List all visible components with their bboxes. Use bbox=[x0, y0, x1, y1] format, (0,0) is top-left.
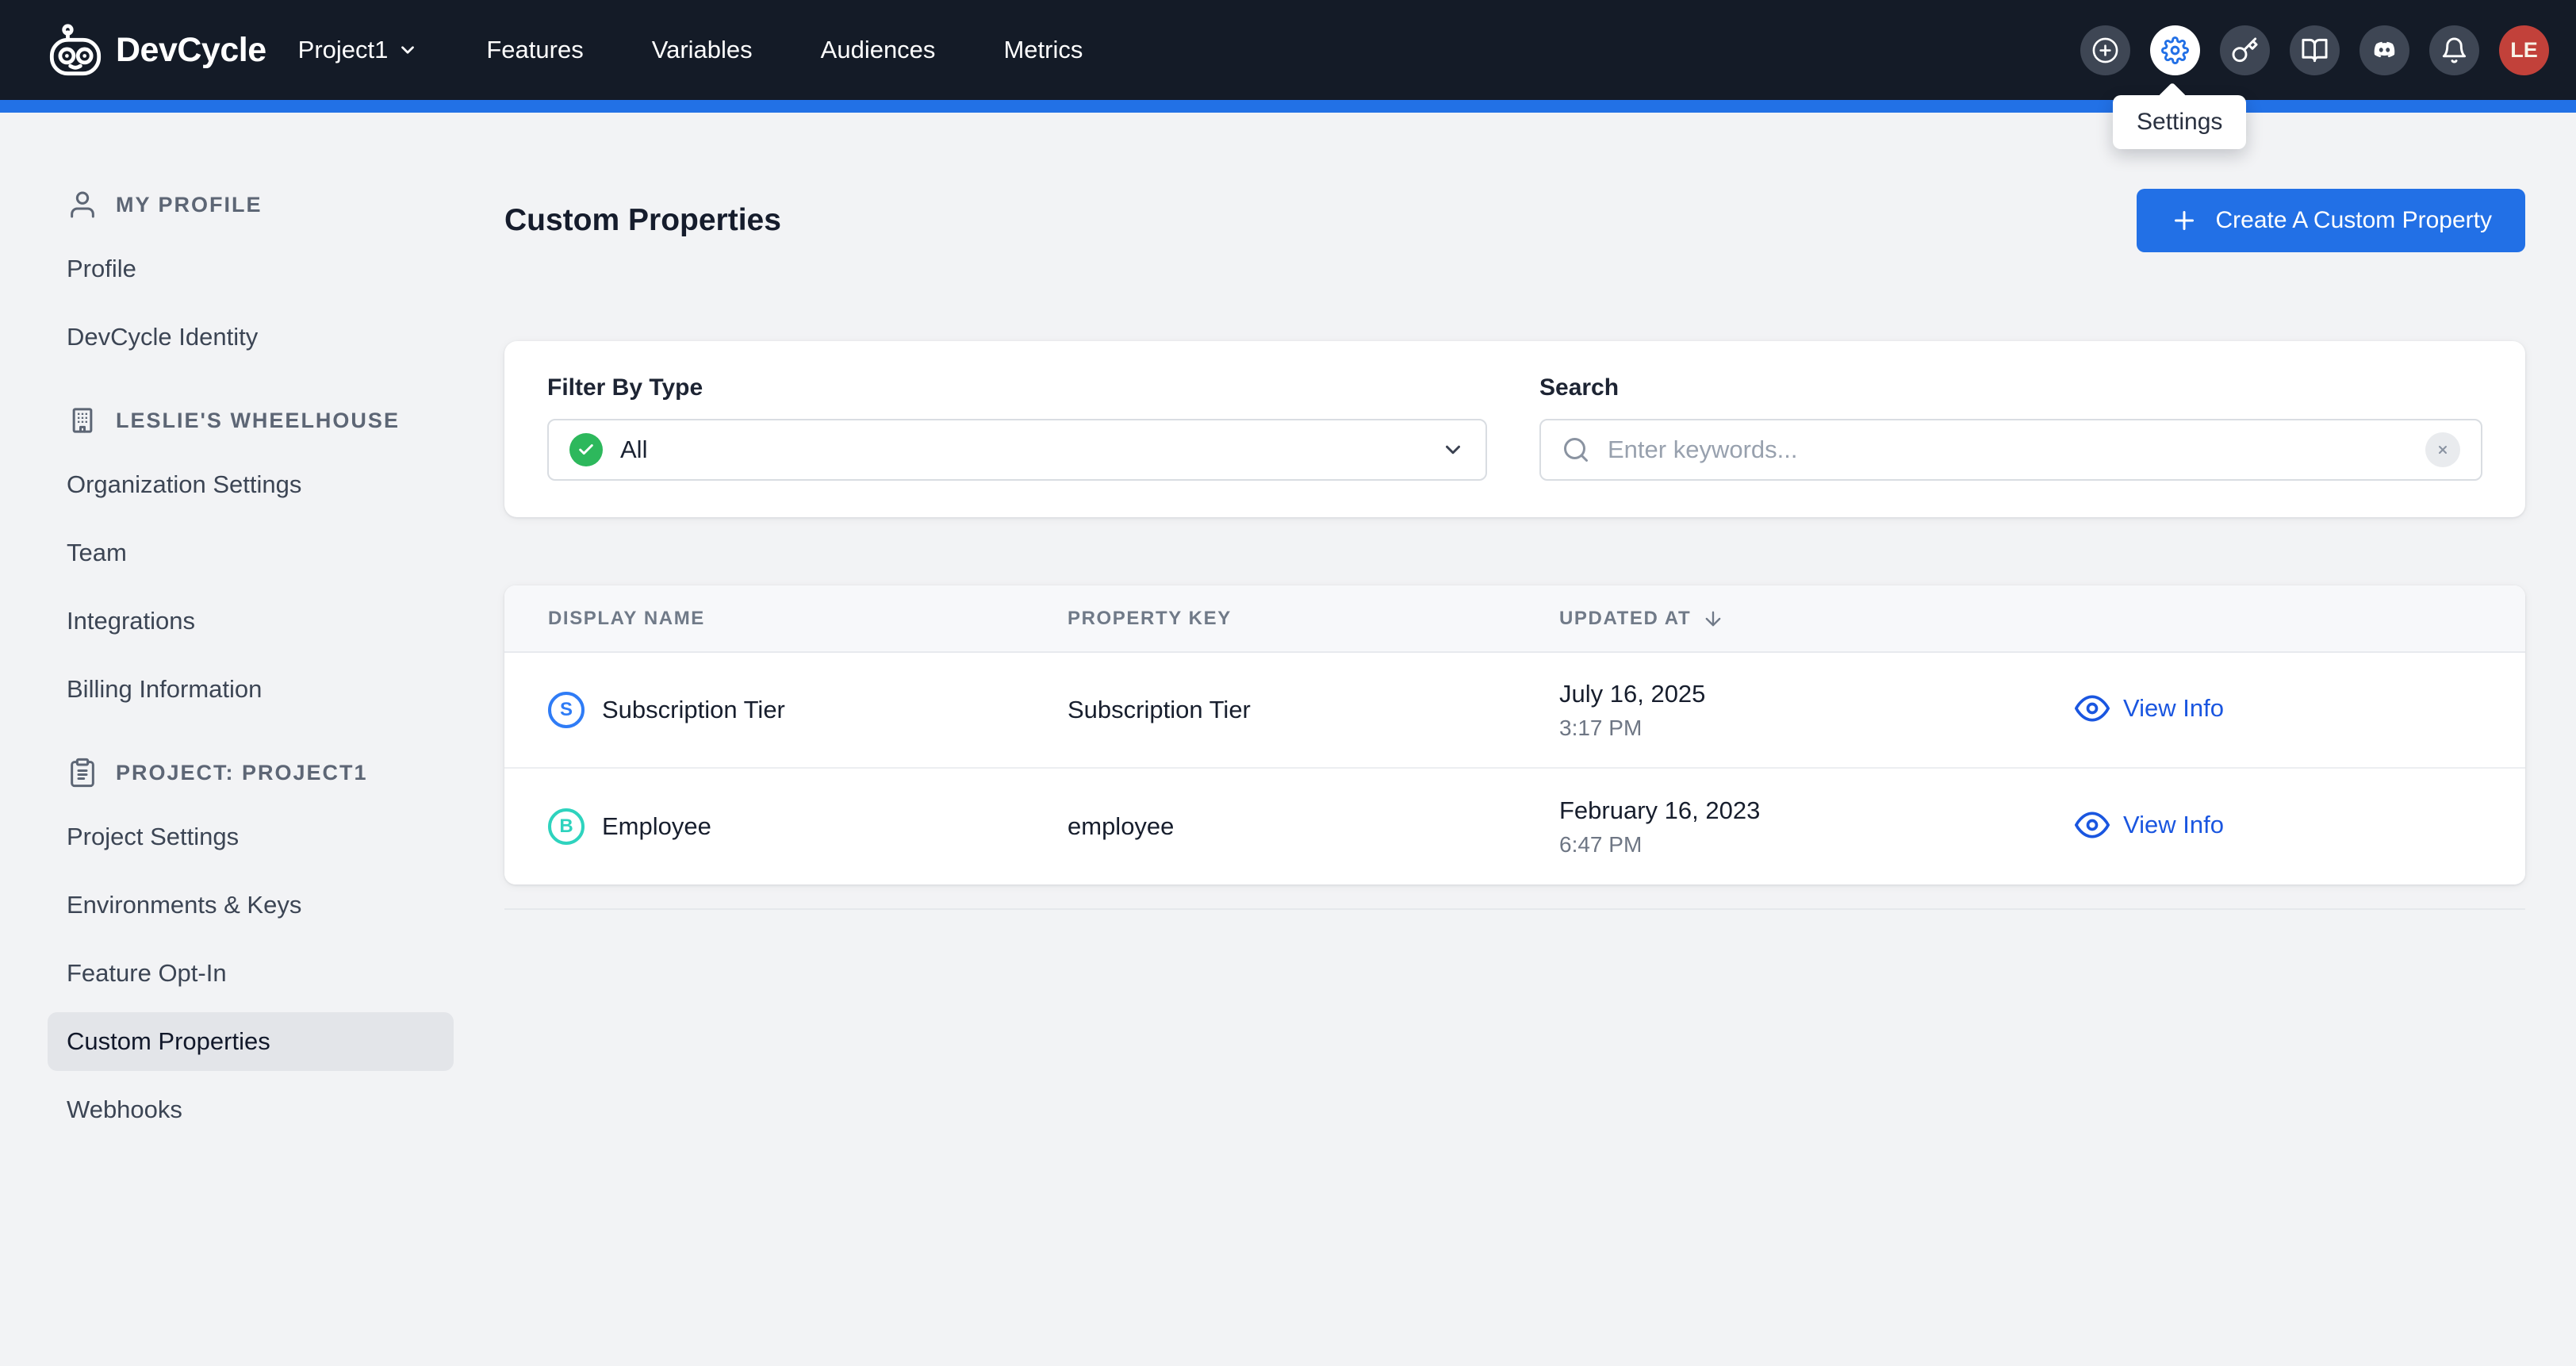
updated-date: February 16, 2023 bbox=[1559, 796, 2075, 825]
property-type-boolean-icon: B bbox=[548, 808, 585, 845]
sidebar-section-my-profile: MY PROFILE Profile DevCycle Identity bbox=[48, 189, 454, 366]
key-icon bbox=[2231, 36, 2259, 64]
eye-icon bbox=[2075, 691, 2110, 726]
updated-date: July 16, 2025 bbox=[1559, 680, 2075, 708]
sidebar-section-organization: LESLIE'S WHEELHOUSE Organization Setting… bbox=[48, 405, 454, 719]
sidebar-header-label: LESLIE'S WHEELHOUSE bbox=[116, 409, 400, 433]
column-header-property-key: PROPERTY KEY bbox=[1068, 608, 1559, 630]
user-avatar[interactable]: LE bbox=[2499, 25, 2549, 75]
gear-icon bbox=[2161, 36, 2189, 64]
custom-properties-table: DISPLAY NAME PROPERTY KEY UPDATED AT S S… bbox=[504, 585, 2525, 884]
type-filter-select[interactable]: All bbox=[547, 419, 1487, 481]
type-filter-value: All bbox=[620, 436, 647, 464]
sidebar-item-profile[interactable]: Profile bbox=[48, 240, 454, 298]
primary-nav: Project1 Features Variables Audiences Me… bbox=[298, 36, 1083, 64]
sidebar-item-devcycle-identity[interactable]: DevCycle Identity bbox=[48, 308, 454, 366]
sidebar-header-label: MY PROFILE bbox=[116, 193, 263, 217]
column-header-display-name: DISPLAY NAME bbox=[504, 608, 1068, 630]
page-header: Custom Properties Create A Custom Proper… bbox=[504, 189, 2525, 252]
nav-item-audiences[interactable]: Audiences bbox=[821, 36, 936, 64]
eye-icon bbox=[2075, 808, 2110, 842]
page-title: Custom Properties bbox=[504, 203, 781, 238]
top-navbar: DevCycle Project1 Features Variables Aud… bbox=[0, 0, 2576, 100]
view-info-link[interactable]: View Info bbox=[2075, 808, 2224, 842]
sidebar-header-organization: LESLIE'S WHEELHOUSE bbox=[48, 405, 454, 436]
search-label: Search bbox=[1539, 374, 2482, 401]
devcycle-robot-icon bbox=[48, 22, 103, 78]
plus-circle-icon bbox=[2091, 36, 2119, 64]
property-key-cell: Subscription Tier bbox=[1068, 696, 1251, 723]
sidebar-item-custom-properties[interactable]: Custom Properties bbox=[48, 1012, 454, 1071]
clipboard-icon bbox=[67, 757, 98, 789]
notifications-button[interactable] bbox=[2429, 25, 2479, 75]
filter-by-type-label: Filter By Type bbox=[547, 374, 1487, 401]
building-icon bbox=[67, 405, 98, 436]
avatar-initials: LE bbox=[2510, 38, 2538, 63]
nav-project-label: Project1 bbox=[298, 36, 389, 64]
sidebar-header-my-profile: MY PROFILE bbox=[48, 189, 454, 221]
x-icon bbox=[2436, 443, 2449, 456]
docs-button[interactable] bbox=[2290, 25, 2340, 75]
page-layout: MY PROFILE Profile DevCycle Identity LES… bbox=[0, 113, 2576, 1177]
discord-button[interactable] bbox=[2359, 25, 2409, 75]
brand-name: DevCycle bbox=[116, 31, 266, 70]
view-info-link[interactable]: View Info bbox=[2075, 691, 2224, 726]
sidebar-item-team[interactable]: Team bbox=[48, 524, 454, 582]
settings-sidebar: MY PROFILE Profile DevCycle Identity LES… bbox=[48, 189, 454, 1177]
plus-icon bbox=[2170, 206, 2198, 235]
filter-card: Filter By Type All Search bbox=[504, 341, 2525, 517]
sidebar-item-billing-information[interactable]: Billing Information bbox=[48, 660, 454, 719]
sort-descending-icon bbox=[1702, 608, 1724, 630]
table-row: S Subscription Tier Subscription Tier Ju… bbox=[504, 653, 2525, 769]
devcycle-logo[interactable]: DevCycle bbox=[48, 22, 266, 78]
sidebar-item-project-settings[interactable]: Project Settings bbox=[48, 808, 454, 866]
sidebar-item-environments-keys[interactable]: Environments & Keys bbox=[48, 876, 454, 934]
nav-project-dropdown[interactable]: Project1 bbox=[298, 36, 419, 64]
nav-item-variables[interactable]: Variables bbox=[652, 36, 753, 64]
display-name-cell: Subscription Tier bbox=[602, 696, 785, 724]
settings-tooltip-label: Settings bbox=[2137, 109, 2222, 135]
clear-search-button[interactable] bbox=[2425, 432, 2460, 467]
api-keys-button[interactable] bbox=[2220, 25, 2270, 75]
chevron-down-icon bbox=[1441, 438, 1465, 462]
updated-time: 3:17 PM bbox=[1559, 716, 2075, 741]
filter-by-type-field: Filter By Type All bbox=[547, 374, 1487, 481]
main-content: Custom Properties Create A Custom Proper… bbox=[504, 189, 2525, 910]
property-key-cell: employee bbox=[1068, 812, 1174, 840]
column-header-updated-at[interactable]: UPDATED AT bbox=[1559, 608, 2075, 630]
discord-icon bbox=[2371, 36, 2398, 64]
table-row: B Employee employee February 16, 2023 6:… bbox=[504, 769, 2525, 884]
content-divider bbox=[504, 908, 2525, 910]
sidebar-header-label: PROJECT: PROJECT1 bbox=[116, 761, 368, 785]
green-check-icon bbox=[569, 433, 603, 466]
book-icon bbox=[2301, 36, 2329, 64]
nav-item-metrics[interactable]: Metrics bbox=[1003, 36, 1083, 64]
sidebar-item-integrations[interactable]: Integrations bbox=[48, 592, 454, 650]
sidebar-item-feature-opt-in[interactable]: Feature Opt-In bbox=[48, 944, 454, 1003]
search-field: Search bbox=[1539, 374, 2482, 481]
add-button[interactable] bbox=[2080, 25, 2130, 75]
table-header-row: DISPLAY NAME PROPERTY KEY UPDATED AT bbox=[504, 585, 2525, 653]
create-button-label: Create A Custom Property bbox=[2216, 207, 2493, 234]
sidebar-section-project: PROJECT: PROJECT1 Project Settings Envir… bbox=[48, 757, 454, 1139]
create-custom-property-button[interactable]: Create A Custom Property bbox=[2137, 189, 2526, 252]
sidebar-item-organization-settings[interactable]: Organization Settings bbox=[48, 455, 454, 514]
sidebar-item-webhooks[interactable]: Webhooks bbox=[48, 1080, 454, 1139]
search-input[interactable] bbox=[1608, 436, 2425, 464]
bell-icon bbox=[2440, 36, 2468, 64]
chevron-down-icon bbox=[397, 40, 418, 60]
nav-item-features[interactable]: Features bbox=[486, 36, 583, 64]
updated-time: 6:47 PM bbox=[1559, 832, 2075, 858]
settings-button[interactable] bbox=[2150, 25, 2200, 75]
display-name-cell: Employee bbox=[602, 812, 711, 841]
sidebar-header-project: PROJECT: PROJECT1 bbox=[48, 757, 454, 789]
property-type-string-icon: S bbox=[548, 692, 585, 728]
settings-tooltip: Settings bbox=[2113, 95, 2246, 149]
navbar-actions: LE bbox=[2080, 25, 2549, 75]
search-box[interactable] bbox=[1539, 419, 2482, 481]
search-icon bbox=[1562, 436, 1590, 464]
person-icon bbox=[67, 189, 98, 221]
